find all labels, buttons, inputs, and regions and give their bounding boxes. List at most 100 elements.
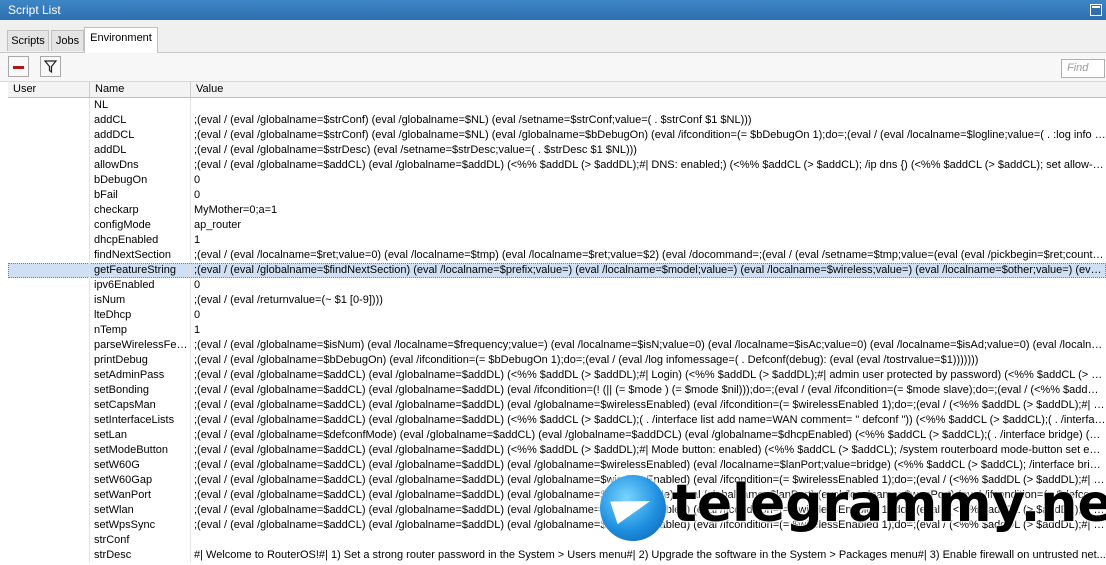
window-titlebar[interactable]: Script List [0, 0, 1106, 20]
cell-value: ;(eval / (eval /returnvalue=(~ $1 [0-9])… [194, 294, 383, 306]
cell-name: getFeatureString [90, 263, 191, 278]
cell-value: MyMother=0;a=1 [194, 204, 278, 216]
cell-name: setCapsMan [90, 398, 191, 413]
cell-value: 1 [194, 234, 201, 246]
watermark-text: telegrammy.net [672, 474, 1106, 534]
table-row[interactable]: addCL ;(eval / (eval /globalname=$strConf… [8, 113, 1106, 128]
table-row[interactable]: setCapsMan ;(eval / (eval /globalname=$ad… [8, 398, 1106, 413]
cell-name: setWlan [90, 503, 191, 518]
cell-value: ;(eval / (eval /globalname=$findNextSect… [194, 264, 1106, 276]
cell-user [8, 98, 90, 113]
cell-value: 1 [194, 324, 201, 336]
cell-name: nTemp [90, 323, 191, 338]
cell-name: bFail [90, 188, 191, 203]
filter-button[interactable] [40, 56, 61, 77]
table-row[interactable]: setModeButton ;(eval / (eval /globalname=… [8, 443, 1106, 458]
column-header-name[interactable]: Name [90, 82, 191, 97]
table-row[interactable]: findNextSection ;(eval / (eval /localname… [8, 248, 1106, 263]
table-header: User Name Value [8, 82, 1106, 98]
table-row[interactable]: parseWirelessFea... ;(eval / (eval /globa… [8, 338, 1106, 353]
column-header-user[interactable]: User [8, 82, 90, 97]
cell-name: findNextSection [90, 248, 191, 263]
cell-name: checkarp [90, 203, 191, 218]
minus-icon [13, 66, 24, 69]
cell-user [8, 203, 90, 218]
cell-value: ;(eval / (eval /globalname=$addCL) (eval… [194, 399, 1106, 411]
cell-user [8, 173, 90, 188]
cell-name: dhcpEnabled [90, 233, 191, 248]
table-row[interactable]: configMode ap_router [8, 218, 1106, 233]
cell-value: 0 [194, 279, 201, 291]
watermark: telegrammy.net [600, 472, 1106, 552]
cell-name: setW60G [90, 458, 191, 473]
cell-name: printDebug [90, 353, 191, 368]
table-row[interactable]: isNum ;(eval / (eval /returnvalue=(~ $1 [… [8, 293, 1106, 308]
table-row[interactable]: printDebug ;(eval / (eval /globalname=$bD… [8, 353, 1106, 368]
cell-value: ;(eval / (eval /globalname=$addCL) (eval… [194, 414, 1106, 426]
table-row[interactable]: dhcpEnabled 1 [8, 233, 1106, 248]
filter-icon [43, 60, 58, 74]
cell-user [8, 218, 90, 233]
cell-value: ap_router [194, 219, 242, 231]
cell-name: strDesc [90, 548, 191, 563]
cell-user [8, 473, 90, 488]
table-row[interactable]: setInterfaceLists ;(eval / (eval /globaln… [8, 413, 1106, 428]
cell-value: ;(eval / (eval /globalname=$addCL) (eval… [194, 159, 1106, 171]
table-row[interactable]: setBonding ;(eval / (eval /globalname=$ad… [8, 383, 1106, 398]
cell-name: bDebugOn [90, 173, 191, 188]
cell-user [8, 188, 90, 203]
find-input[interactable]: Find [1061, 59, 1105, 78]
table-row[interactable]: checkarp MyMother=0;a=1 [8, 203, 1106, 218]
cell-value: 0 [194, 309, 201, 321]
cell-user [8, 548, 90, 563]
cell-name: setInterfaceLists [90, 413, 191, 428]
cell-value: ;(eval / (eval /globalname=$addCL) (eval… [194, 459, 1106, 471]
cell-user [8, 458, 90, 473]
cell-name: setWanPort [90, 488, 191, 503]
table-row[interactable]: bFail 0 [8, 188, 1106, 203]
cell-user [8, 323, 90, 338]
cell-name: setModeButton [90, 443, 191, 458]
window-title: Script List [8, 3, 61, 17]
cell-name: setWpsSync [90, 518, 191, 533]
cell-user [8, 518, 90, 533]
table-row[interactable]: setLan ;(eval / (eval /globalname=$defcon… [8, 428, 1106, 443]
toolbar: Find [0, 53, 1106, 82]
cell-user [8, 353, 90, 368]
cell-user [8, 113, 90, 128]
cell-value: ;(eval / (eval /globalname=$addCL) (eval… [194, 369, 1106, 381]
tab-jobs[interactable]: Jobs [51, 30, 84, 51]
table-row[interactable]: allowDns ;(eval / (eval /globalname=$addC… [8, 158, 1106, 173]
table-row[interactable]: addDCL ;(eval / (eval /globalname=$strCon… [8, 128, 1106, 143]
table-row[interactable]: setAdminPass ;(eval / (eval /globalname=$… [8, 368, 1106, 383]
cell-user [8, 128, 90, 143]
table-row[interactable]: nTemp 1 [8, 323, 1106, 338]
cell-user [8, 503, 90, 518]
cell-user [8, 383, 90, 398]
cell-name: setW60Gap [90, 473, 191, 488]
cell-user [8, 338, 90, 353]
column-header-value[interactable]: Value [191, 82, 1106, 97]
table-row[interactable]: ipv6Enabled 0 [8, 278, 1106, 293]
tab-scripts[interactable]: Scripts [7, 30, 49, 51]
maximize-icon[interactable] [1090, 4, 1102, 16]
cell-name: isNum [90, 293, 191, 308]
cell-name: addDCL [90, 128, 191, 143]
cell-user [8, 293, 90, 308]
remove-button[interactable] [8, 56, 29, 77]
cell-name: configMode [90, 218, 191, 233]
table-row[interactable]: NL [8, 98, 1106, 113]
table-row[interactable]: getFeatureString ;(eval / (eval /globalna… [8, 263, 1106, 278]
cell-value: ;(eval / (eval /globalname=$addCL) (eval… [194, 384, 1106, 396]
cell-user [8, 308, 90, 323]
cell-value: 0 [194, 174, 201, 186]
tab-environment[interactable]: Environment [84, 27, 158, 53]
cell-value: ;(eval / (eval /localname=$ret;value=0) … [194, 249, 1106, 261]
table-row[interactable]: bDebugOn 0 [8, 173, 1106, 188]
cell-user [8, 263, 90, 278]
cell-user [8, 533, 90, 548]
table-row[interactable]: lteDhcp 0 [8, 308, 1106, 323]
table-row[interactable]: addDL ;(eval / (eval /globalname=$strDesc… [8, 143, 1106, 158]
table-row[interactable]: setW60G ;(eval / (eval /globalname=$addCL… [8, 458, 1106, 473]
cell-value: ;(eval / (eval /globalname=$strDesc) (ev… [194, 144, 637, 156]
